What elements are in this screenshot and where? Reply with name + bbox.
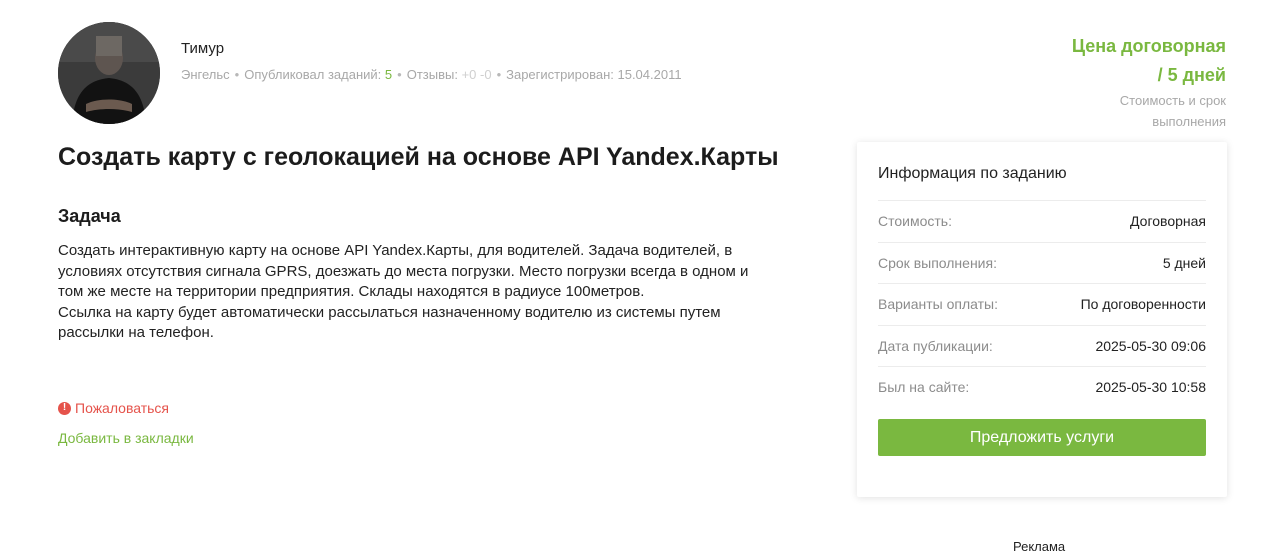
task-paragraph: Создать интерактивную карту на основе AP… bbox=[58, 242, 749, 300]
add-bookmark-link[interactable]: Добавить в закладки bbox=[58, 430, 194, 446]
price-caption-1: Стоимость и срок bbox=[1119, 93, 1226, 108]
info-value: По договоренности bbox=[1080, 296, 1206, 313]
reviews-label: Отзывы: bbox=[406, 67, 458, 82]
info-value: 5 дней bbox=[1162, 254, 1206, 271]
exclamation-circle-icon: ! bbox=[58, 401, 71, 415]
price-line-1: Цена договорная bbox=[1071, 36, 1226, 56]
info-card-title: Информация по заданию bbox=[878, 165, 1067, 182]
page-title: Создать карту с геолокацией на основе AP… bbox=[58, 143, 779, 171]
task-paragraph: Ссылка на карту будет автоматически расс… bbox=[58, 303, 721, 342]
author-name[interactable]: Тимур bbox=[181, 40, 224, 57]
task-description: Создать интерактивную карту на основе AP… bbox=[58, 241, 768, 344]
info-row-deadline: Срок выполнения: 5 дней bbox=[878, 241, 1206, 284]
info-value: 2025-05-30 10:58 bbox=[1095, 379, 1206, 396]
author-meta: Энгельс • Опубликовал заданий: 5 • Отзывы: +… bbox=[181, 67, 682, 82]
meta-separator: • bbox=[397, 67, 402, 82]
info-list: Стоимость: Договорная Срок выполнения: 5… bbox=[878, 200, 1206, 408]
info-label: Был на сайте: bbox=[878, 379, 970, 396]
price-caption-2: выполнения bbox=[1152, 114, 1226, 129]
reviews-value[interactable]: +0 -0 bbox=[462, 67, 492, 82]
offer-services-button[interactable]: Предложить услуги bbox=[878, 419, 1206, 456]
task-info-card: Информация по заданию Стоимость: Договор… bbox=[857, 142, 1227, 497]
info-label: Варианты оплаты: bbox=[878, 296, 998, 313]
avatar-image bbox=[58, 22, 160, 124]
info-value: 2025-05-30 09:06 bbox=[1095, 337, 1206, 354]
avatar bbox=[58, 22, 160, 124]
author-city: Энгельс bbox=[181, 67, 230, 82]
info-value: Договорная bbox=[1130, 213, 1206, 230]
info-row-last-seen: Был на сайте: 2025-05-30 10:58 bbox=[878, 366, 1206, 408]
registered-label: Зарегистрирован: bbox=[506, 67, 614, 82]
price-summary: Цена договорная / 5 дней Стоимость и сро… bbox=[1072, 32, 1226, 132]
info-label: Дата публикации: bbox=[878, 337, 993, 354]
info-label: Стоимость: bbox=[878, 213, 952, 230]
published-count[interactable]: 5 bbox=[385, 67, 392, 82]
info-row-published: Дата публикации: 2025-05-30 09:06 bbox=[878, 324, 1206, 367]
info-label: Срок выполнения: bbox=[878, 254, 997, 271]
published-label: Опубликовал заданий: bbox=[244, 67, 382, 82]
meta-separator: • bbox=[496, 67, 502, 82]
meta-separator: • bbox=[234, 67, 240, 82]
info-row-payment: Варианты оплаты: По договоренности bbox=[878, 283, 1206, 325]
task-heading: Задача bbox=[58, 206, 121, 226]
registered-date: 15.04.2011 bbox=[617, 67, 682, 82]
ads-label: Реклама bbox=[1013, 539, 1066, 554]
complain-link[interactable]: ! Пожаловаться bbox=[58, 400, 169, 416]
info-row-cost: Стоимость: Договорная bbox=[878, 200, 1206, 242]
complain-label: Пожаловаться bbox=[75, 400, 170, 416]
price-line-2: / 5 дней bbox=[1157, 65, 1226, 85]
